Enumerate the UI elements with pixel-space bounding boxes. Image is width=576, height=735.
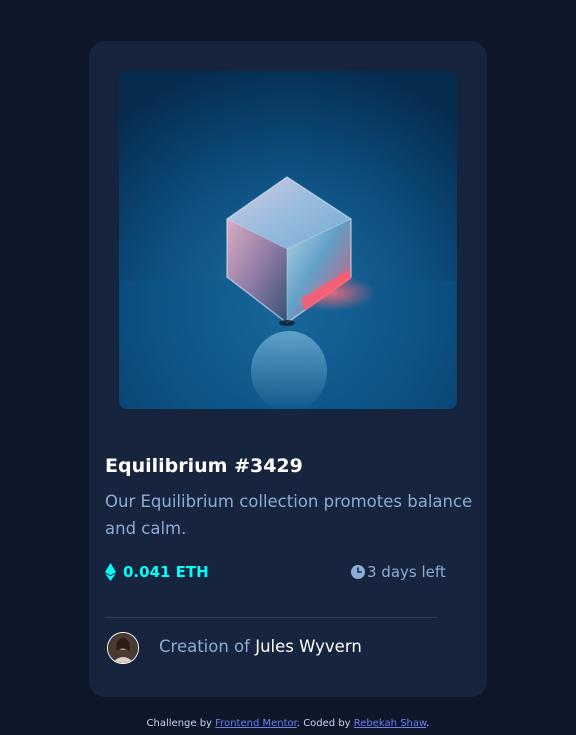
nft-card: Equilibrium #3429 Our Equilibrium collec… [89, 41, 487, 697]
attribution: Challenge by Frontend Mentor. Coded by R… [0, 718, 576, 729]
author-link[interactable]: Rebekah Shaw [354, 718, 427, 729]
nft-image[interactable] [119, 71, 457, 409]
frontend-mentor-link[interactable]: Frontend Mentor [215, 718, 297, 729]
time-info: 3 days left [351, 561, 446, 583]
attribution-coded-text: . Coded by [296, 718, 351, 729]
time-left: 3 days left [367, 563, 446, 581]
divider [105, 617, 437, 618]
price-info: 0.041 ETH [105, 561, 209, 583]
clock-icon [351, 565, 365, 579]
creator-prefix: Creation of [159, 637, 250, 656]
ethereum-icon [105, 563, 116, 581]
creator-line: Creation of Jules Wyvern [159, 637, 362, 656]
avatar [107, 632, 139, 664]
nft-title[interactable]: Equilibrium #3429 [105, 455, 303, 477]
equilibrium-cube-image [119, 71, 457, 409]
page: Equilibrium #3429 Our Equilibrium collec… [0, 0, 576, 735]
creator-name[interactable]: Jules Wyvern [255, 637, 362, 656]
price-value: 0.041 ETH [123, 563, 209, 581]
attribution-challenge-text: Challenge by [146, 718, 212, 729]
nft-description: Our Equilibrium collection promotes bala… [105, 492, 473, 538]
attribution-end: . [426, 718, 430, 729]
